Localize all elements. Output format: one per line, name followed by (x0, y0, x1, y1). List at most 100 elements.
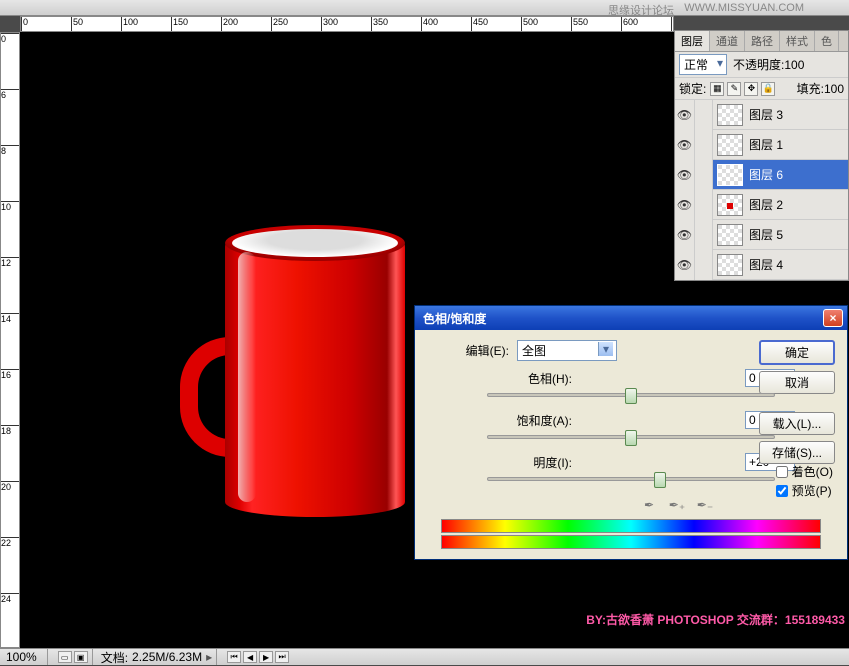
watermark-site: WWW.MISSYUAN.COM (684, 2, 804, 14)
load-button[interactable]: 载入(L)... (759, 412, 835, 435)
lightness-label: 明度(I): (462, 454, 572, 471)
lightness-slider[interactable] (487, 477, 775, 481)
layer-thumbnail[interactable] (717, 194, 743, 216)
visibility-eye-icon[interactable]: 👁 (675, 160, 695, 190)
colorize-checkbox[interactable]: 着色(O) (776, 463, 833, 480)
layer-row[interactable]: 👁 图层 4 (675, 250, 848, 280)
doc-menu-icon[interactable]: ▸ (206, 650, 212, 664)
layer-thumbnail[interactable] (717, 224, 743, 246)
panel-tab-1[interactable]: 通道 (710, 31, 745, 51)
hue-label: 色相(H): (462, 370, 572, 387)
nav-prev-icon[interactable]: ◀ (243, 651, 257, 663)
layer-name[interactable]: 图层 1 (747, 136, 848, 153)
dialog-titlebar[interactable]: 色相/饱和度 × (415, 306, 847, 330)
lock-transparency-icon[interactable]: ▦ (710, 82, 724, 96)
link-box[interactable] (695, 130, 713, 160)
cancel-button[interactable]: 取消 (759, 371, 835, 394)
layer-name[interactable]: 图层 5 (747, 226, 848, 243)
hue-slider-thumb[interactable] (625, 388, 637, 404)
zoom-value[interactable]: 100% (0, 650, 43, 664)
layer-row[interactable]: 👁 图层 2 (675, 190, 848, 220)
dialog-title: 色相/饱和度 (419, 310, 823, 327)
opacity-label: 不透明度: (733, 56, 784, 73)
doc-label: 文档: (97, 649, 132, 666)
opacity-value[interactable]: 100 (784, 58, 804, 72)
layer-name[interactable]: 图层 2 (747, 196, 848, 213)
layer-row[interactable]: 👁 图层 1 (675, 130, 848, 160)
layer-thumbnail[interactable] (717, 134, 743, 156)
author-credit: BY:古欲香萧 PHOTOSHOP 交流群：155189433 (586, 611, 845, 628)
statusbar-view-icons[interactable]: ▭ ▣ (58, 651, 88, 663)
layer-thumbnail[interactable] (717, 104, 743, 126)
colorize-label: 着色(O) (792, 463, 833, 480)
mug-artwork (190, 237, 410, 537)
nav-first-icon[interactable]: ⏮ (227, 651, 241, 663)
doc-value: 2.25M/6.23M (132, 650, 202, 664)
eyedropper-row: ✒ ✒₊ ✒₋ (427, 495, 715, 515)
app-top-bar: 思缘设计论坛 WWW.MISSYUAN.COM (0, 0, 849, 16)
preview-check-input[interactable] (776, 485, 788, 497)
lock-brush-icon[interactable]: ✎ (727, 82, 741, 96)
layer-list: 👁 图层 3 👁 图层 1 👁 图层 6 👁 图层 2 👁 图层 5 👁 图层 4 (675, 100, 848, 280)
eyedropper-add-icon[interactable]: ✒₊ (667, 495, 687, 515)
layer-name[interactable]: 图层 4 (747, 256, 848, 273)
layer-name[interactable]: 图层 3 (747, 106, 848, 123)
eyedropper-subtract-icon[interactable]: ✒₋ (695, 495, 715, 515)
hue-gradient-bottom (441, 535, 821, 549)
close-icon[interactable]: × (823, 309, 843, 327)
preview-label: 预览(P) (792, 482, 832, 499)
edit-label: 编辑(E): (427, 342, 517, 359)
saturation-slider-thumb[interactable] (625, 430, 637, 446)
view-icon-2[interactable]: ▣ (74, 651, 88, 663)
saturation-slider[interactable] (487, 435, 775, 439)
statusbar-nav-icons[interactable]: ⏮ ◀ ▶ ⏭ (227, 651, 289, 663)
layer-thumbnail[interactable] (717, 254, 743, 276)
visibility-eye-icon[interactable]: 👁 (675, 250, 695, 280)
dialog-buttons: 确定 取消 载入(L)... 存储(S)... (759, 340, 835, 464)
mug-inner (232, 229, 398, 257)
dialog-checkboxes: 着色(O) 预览(P) (776, 461, 833, 499)
visibility-eye-icon[interactable]: 👁 (675, 130, 695, 160)
layer-row[interactable]: 👁 图层 5 (675, 220, 848, 250)
link-box[interactable] (695, 250, 713, 280)
link-box[interactable] (695, 100, 713, 130)
nav-play-icon[interactable]: ▶ (259, 651, 273, 663)
lock-all-icon[interactable]: 🔒 (761, 82, 775, 96)
ok-button[interactable]: 确定 (759, 340, 835, 365)
dialog-body: 确定 取消 载入(L)... 存储(S)... 编辑(E): 全图 色相(H):… (415, 330, 847, 559)
panel-tab-0[interactable]: 图层 (675, 31, 710, 51)
layer-thumbnail[interactable] (717, 164, 743, 186)
layers-panel: 图层通道路径样式色 正常 不透明度: 100 锁定: ▦ ✎ ✥ 🔒 填充: 1… (674, 30, 849, 281)
layer-row[interactable]: 👁 图层 6 (675, 160, 848, 190)
view-icon-1[interactable]: ▭ (58, 651, 72, 663)
visibility-eye-icon[interactable]: 👁 (675, 100, 695, 130)
lock-move-icon[interactable]: ✥ (744, 82, 758, 96)
layer-name[interactable]: 图层 6 (747, 166, 848, 183)
blend-opacity-row: 正常 不透明度: 100 (675, 52, 848, 78)
panel-tab-2[interactable]: 路径 (745, 31, 780, 51)
mug-highlight (238, 252, 256, 502)
hue-slider[interactable] (487, 393, 775, 397)
fill-label: 填充: (797, 80, 824, 97)
eyedropper-icon[interactable]: ✒ (639, 495, 659, 515)
blend-mode-select[interactable]: 正常 (679, 54, 727, 75)
lock-icons[interactable]: ▦ ✎ ✥ 🔒 (710, 82, 775, 96)
preview-checkbox[interactable]: 预览(P) (776, 482, 833, 499)
visibility-eye-icon[interactable]: 👁 (675, 190, 695, 220)
ruler-vertical: 0681012141618202224 (0, 32, 20, 648)
layer-row[interactable]: 👁 图层 3 (675, 100, 848, 130)
link-box[interactable] (695, 190, 713, 220)
panel-tab-4[interactable]: 色 (815, 31, 839, 51)
hue-saturation-dialog: 色相/饱和度 × 确定 取消 载入(L)... 存储(S)... 编辑(E): … (414, 305, 848, 560)
link-box[interactable] (695, 220, 713, 250)
panel-tab-3[interactable]: 样式 (780, 31, 815, 51)
nav-last-icon[interactable]: ⏭ (275, 651, 289, 663)
visibility-eye-icon[interactable]: 👁 (675, 220, 695, 250)
link-box[interactable] (695, 160, 713, 190)
lightness-slider-thumb[interactable] (654, 472, 666, 488)
lock-fill-row: 锁定: ▦ ✎ ✥ 🔒 填充: 100 (675, 78, 848, 100)
saturation-label: 饱和度(A): (462, 412, 572, 429)
colorize-check-input[interactable] (776, 466, 788, 478)
fill-value[interactable]: 100 (824, 82, 844, 96)
edit-select[interactable]: 全图 (517, 340, 617, 361)
